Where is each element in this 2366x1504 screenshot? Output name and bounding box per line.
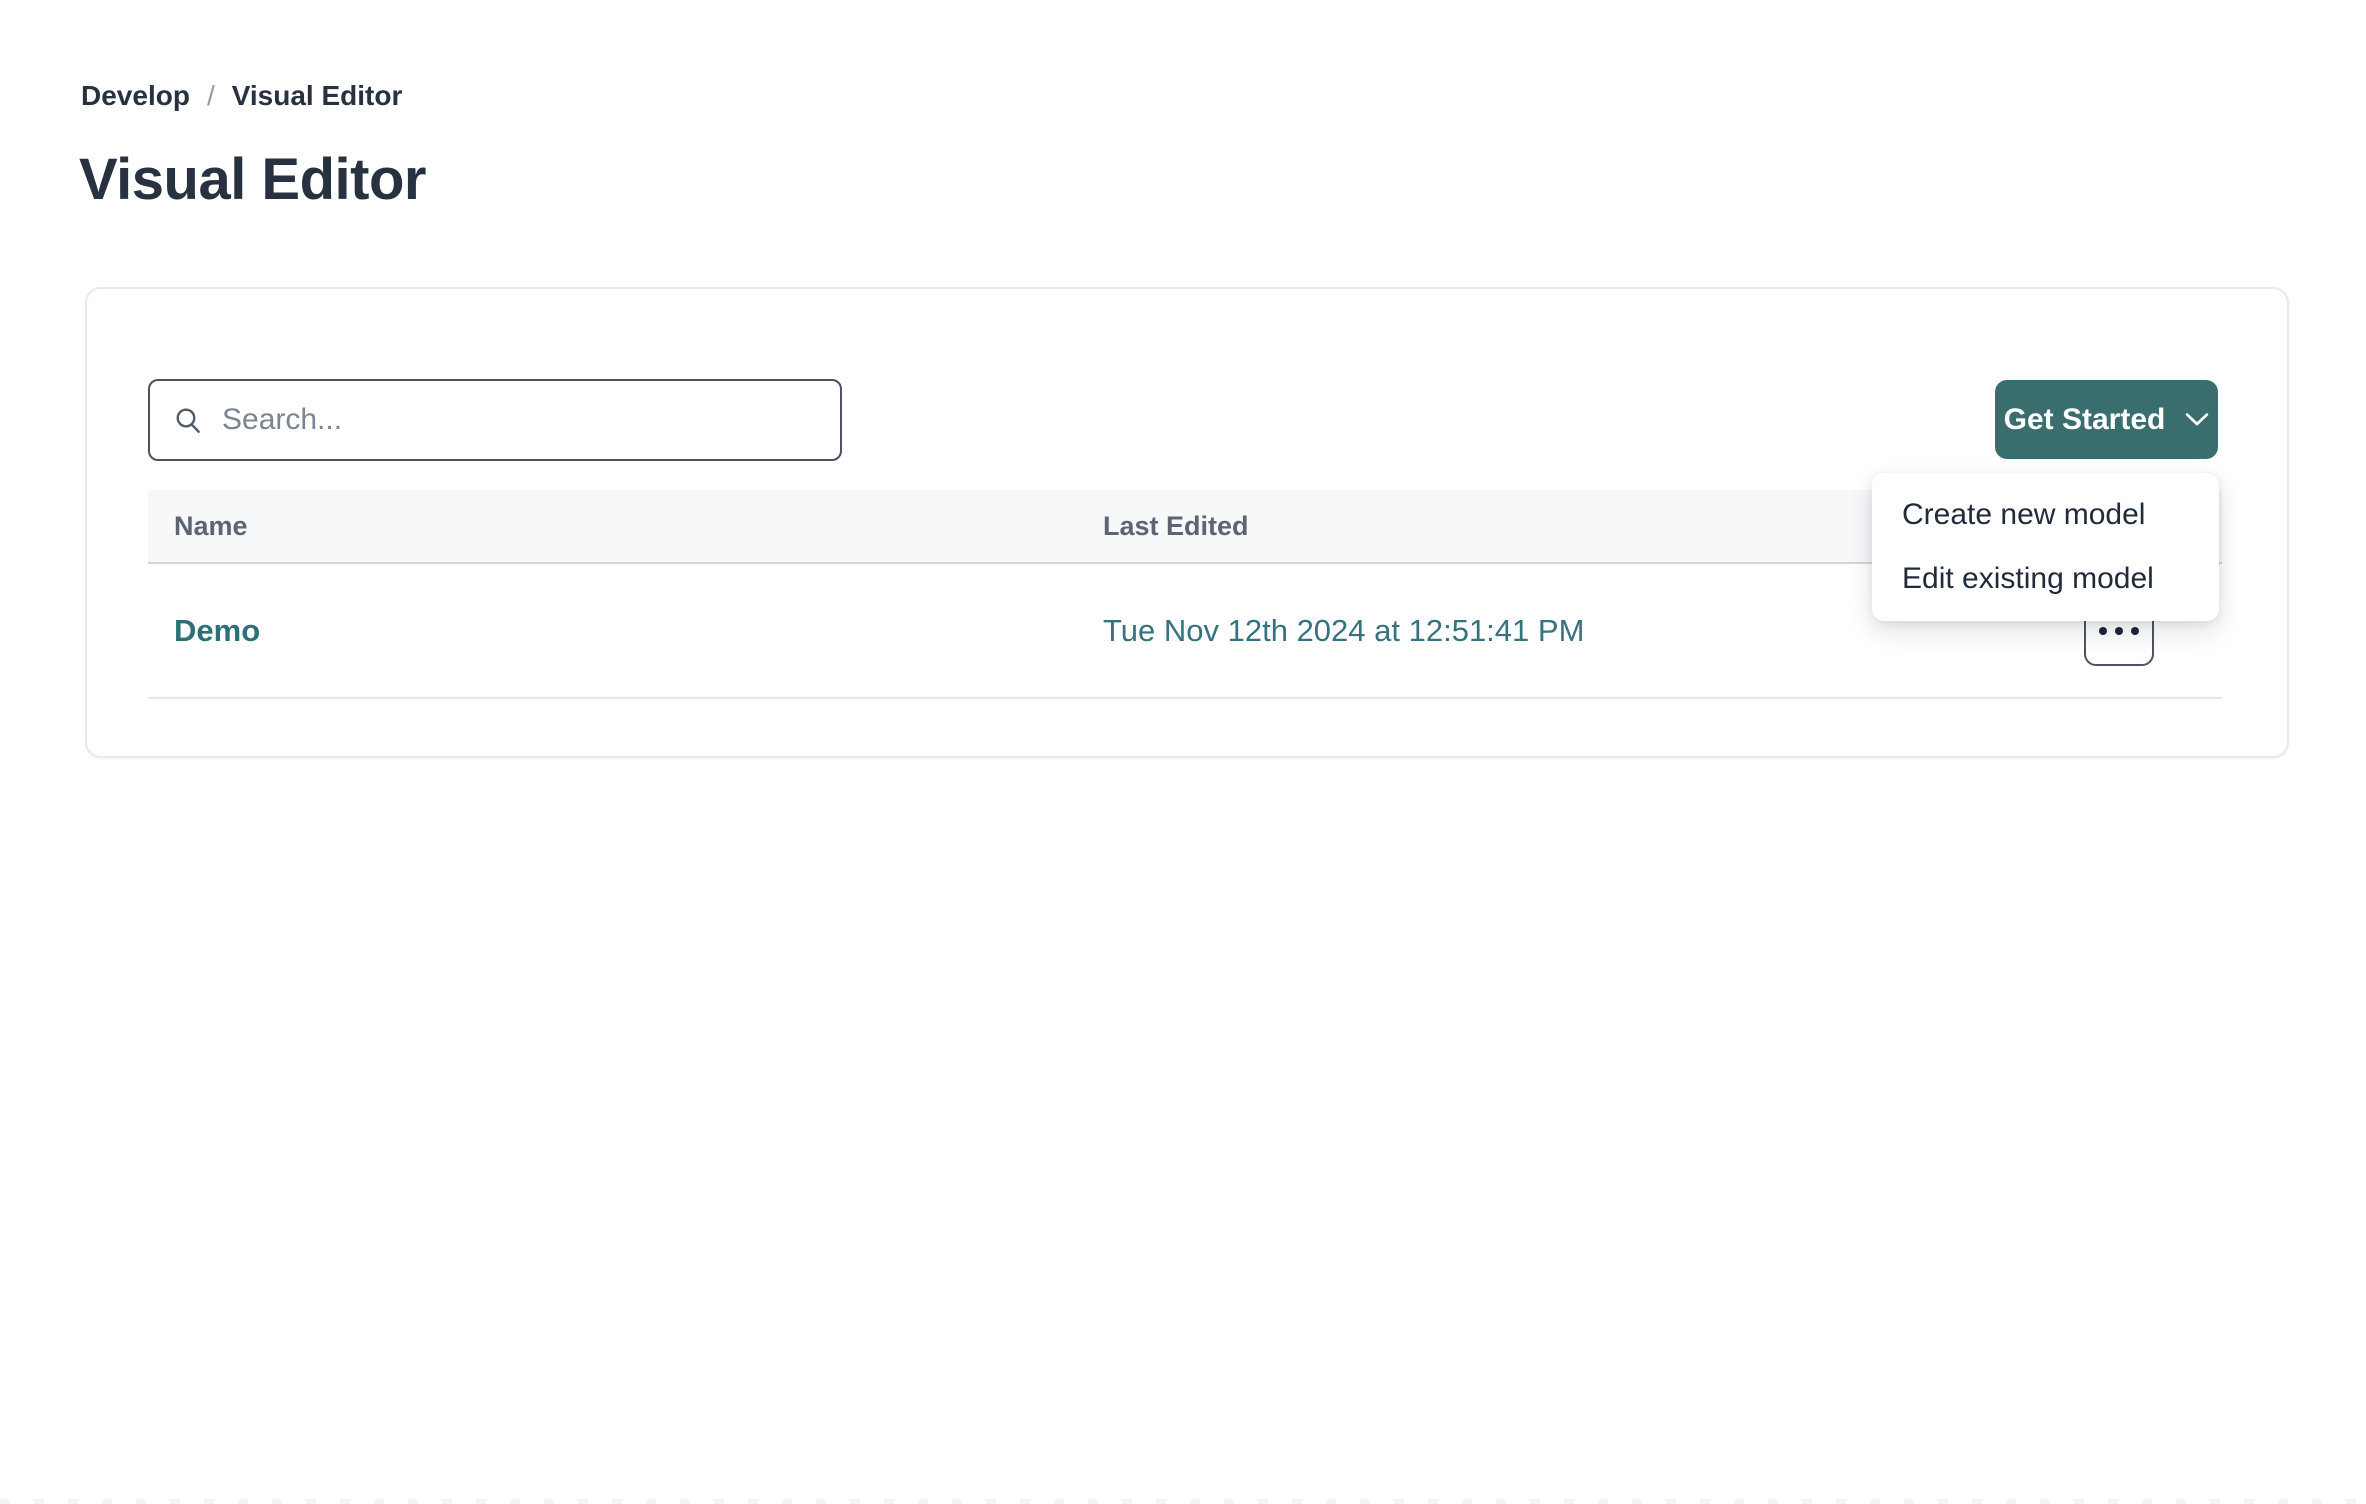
get-started-button[interactable]: Get Started [1995, 380, 2218, 459]
page-title: Visual Editor [79, 146, 426, 213]
search-icon [172, 404, 204, 436]
search-input[interactable] [222, 403, 818, 437]
get-started-menu: Create new model Edit existing model [1872, 473, 2219, 621]
ellipsis-icon [2099, 627, 2139, 635]
get-started-label: Get Started [2004, 403, 2166, 437]
search-box [148, 379, 842, 461]
breadcrumb-link-develop[interactable]: Develop [81, 80, 190, 112]
breadcrumb: Develop / Visual Editor [81, 80, 402, 112]
model-name-cell: Demo [148, 613, 1103, 649]
menu-item-create-new-model[interactable]: Create new model [1872, 483, 2219, 547]
model-link-demo[interactable]: Demo [174, 613, 260, 648]
menu-item-edit-existing-model[interactable]: Edit existing model [1872, 547, 2219, 611]
chevron-down-icon [2185, 412, 2209, 427]
column-header-name: Name [148, 511, 1103, 542]
breadcrumb-current-visual-editor: Visual Editor [232, 80, 403, 112]
breadcrumb-separator: / [207, 80, 215, 112]
page-bottom-texture [0, 1499, 2366, 1504]
